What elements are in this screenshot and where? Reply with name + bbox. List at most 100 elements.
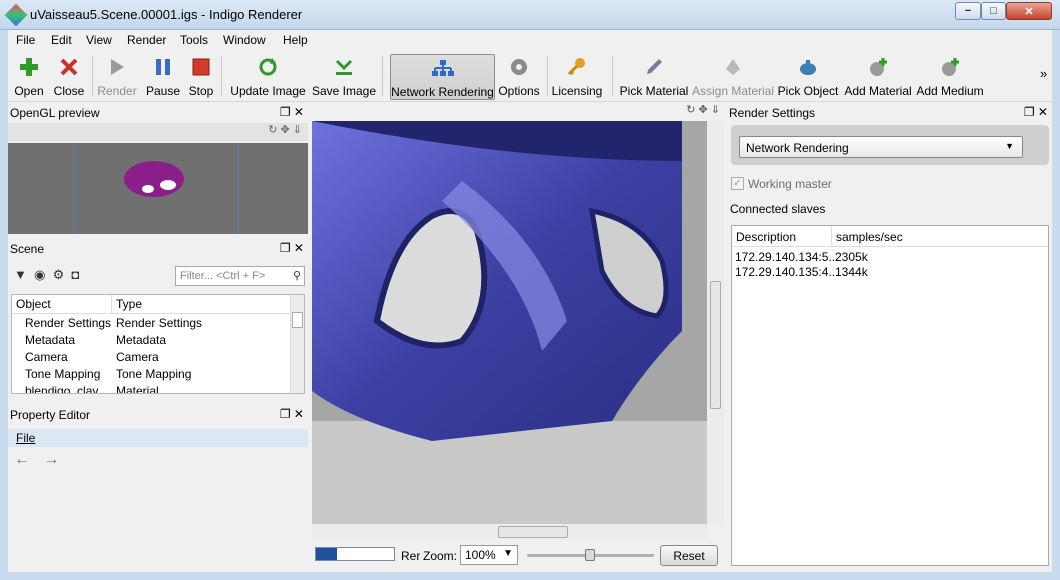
save-image-button[interactable]: Save Image <box>311 54 377 100</box>
render-horizontal-scrollbar[interactable] <box>312 524 707 540</box>
pause-icon <box>152 56 174 78</box>
gear-icon <box>508 56 530 78</box>
scene-panel: Scene ❐ ✕ ▼ ◉ ⚙ ◘ Filter... <Ctrl + F> ⚲… <box>8 239 308 401</box>
network-rendering-button[interactable]: Network Rendering <box>390 54 495 100</box>
car-preview-icon <box>124 161 184 197</box>
close-button[interactable]: Close <box>52 54 86 100</box>
network-icon <box>431 57 454 79</box>
teapot-icon <box>797 56 819 78</box>
pick-material-button[interactable]: Pick Material <box>620 54 688 100</box>
menu-window[interactable]: Window <box>223 33 266 47</box>
zoom-slider[interactable] <box>527 549 654 561</box>
scene-tree: Object Type Render Settings Render Settin… <box>11 294 305 394</box>
col-object-header[interactable]: Object <box>12 295 112 313</box>
render-view-panel: ↻ ✥ ⇓ Rer Zoom: 100% ▼ Reset <box>312 103 724 572</box>
render-mode-select[interactable]: Network Rendering ▼ <box>739 136 1023 158</box>
assign-material-button[interactable]: Assign Material <box>692 54 774 100</box>
property-editor-title: Property Editor <box>10 408 91 422</box>
opengl-preview-panel: OpenGL preview ❐ ✕ ↻ ✥ ⇓ <box>8 103 308 234</box>
panel-float-close-icon[interactable]: ❐ ✕ <box>280 407 304 421</box>
opengl-viewport[interactable] <box>8 143 308 234</box>
search-icon: ⚲ <box>292 270 301 282</box>
zoom-select[interactable]: 100% ▼ <box>460 545 518 565</box>
download-icon <box>333 56 355 78</box>
menu-view[interactable]: View <box>86 33 112 47</box>
pause-button[interactable]: Pause <box>146 54 180 100</box>
title-bar: uVaisseau5.Scene.00001.igs - Indigo Rend… <box>0 0 1060 30</box>
menu-help[interactable]: Help <box>283 33 308 47</box>
refresh-icon <box>257 56 279 78</box>
paint-icon <box>722 56 744 78</box>
rer-label: Rer <box>401 549 421 563</box>
slave-row[interactable]: 172.29.140.134:5... 2305k <box>732 247 1048 264</box>
opengl-preview-title: OpenGL preview <box>10 106 100 120</box>
toolbar: Open Close Render Pause Stop Update Imag… <box>0 50 1060 102</box>
col-samples-header[interactable]: samples/sec <box>832 226 907 246</box>
render-settings-title: Render Settings <box>729 106 816 120</box>
chevron-down-icon: ▼ <box>503 548 513 559</box>
scene-row[interactable]: blendigo_clay Material <box>12 382 304 393</box>
menu-render[interactable]: Render <box>127 33 166 47</box>
render-vertical-scrollbar[interactable] <box>707 121 724 524</box>
menu-edit[interactable]: Edit <box>51 33 72 47</box>
scene-title: Scene <box>10 242 45 256</box>
col-description-header[interactable]: Description <box>732 226 832 246</box>
forward-arrow-icon[interactable]: → <box>43 451 59 468</box>
render-view-icons[interactable]: ↻ ✥ ⇓ <box>312 103 724 121</box>
key-icon <box>566 56 588 78</box>
back-arrow-icon[interactable]: ← <box>14 451 30 468</box>
render-image[interactable] <box>312 121 707 524</box>
working-master-label: Working master <box>748 177 832 191</box>
minimize-button[interactable]: − <box>955 2 981 20</box>
add-material-icon <box>867 56 889 78</box>
maximize-button[interactable]: □ <box>981 2 1006 20</box>
chevron-down-icon: ▼ <box>1005 141 1014 151</box>
property-editor-panel: Property Editor ❐ ✕ File ← → <box>8 405 308 572</box>
app-icon <box>4 3 28 27</box>
working-master-checkbox[interactable]: ✓ <box>731 177 744 190</box>
scene-row[interactable]: Tone Mapping Tone Mapping <box>12 365 304 382</box>
open-button[interactable]: Open <box>14 54 44 100</box>
scene-scrollbar[interactable] <box>290 295 304 393</box>
zoom-label: Zoom: <box>423 549 458 563</box>
property-menu-file[interactable]: File <box>16 431 35 445</box>
options-button[interactable]: Options <box>498 54 540 100</box>
add-medium-button[interactable]: Add Medium <box>916 54 984 100</box>
add-material-button[interactable]: Add Material <box>844 54 912 100</box>
play-icon <box>106 56 128 78</box>
menu-tools[interactable]: Tools <box>180 33 208 47</box>
toolbar-overflow-button[interactable]: » <box>1040 66 1047 81</box>
menu-file[interactable]: File <box>16 33 35 47</box>
car-render-image <box>312 121 707 524</box>
update-image-button[interactable]: Update Image <box>230 54 306 100</box>
panel-float-close-icon[interactable]: ❐ ✕ <box>280 241 304 255</box>
close-window-button[interactable]: ✕ <box>1006 2 1052 20</box>
plus-icon <box>18 56 40 78</box>
col-type-header[interactable]: Type <box>112 295 146 313</box>
pick-object-button[interactable]: Pick Object <box>778 54 838 100</box>
reset-button[interactable]: Reset <box>660 545 718 566</box>
scene-row[interactable]: Camera Camera <box>12 348 304 365</box>
panel-float-close-icon[interactable]: ❐ ✕ <box>280 105 304 119</box>
render-button[interactable]: Render <box>97 54 137 100</box>
render-settings-panel: Render Settings ❐ ✕ Network Rendering ▼ … <box>727 103 1052 572</box>
render-progress-bar <box>315 547 395 561</box>
connected-slaves-label: Connected slaves <box>730 202 826 216</box>
scene-tool-icons[interactable]: ▼ ◉ ⚙ ◘ <box>14 267 79 283</box>
stop-button[interactable]: Stop <box>188 54 214 100</box>
stop-icon <box>190 56 212 78</box>
scene-row[interactable]: Metadata Metadata <box>12 331 304 348</box>
panel-float-close-icon[interactable]: ❐ ✕ <box>1024 105 1048 119</box>
scene-row[interactable]: Render Settings Render Settings <box>12 314 304 331</box>
preview-toolbar-icons[interactable]: ↻ ✥ ⇓ <box>8 123 308 141</box>
x-icon <box>58 56 80 78</box>
add-medium-icon <box>939 56 961 78</box>
dropper-icon <box>643 56 665 78</box>
zoom-slider-handle[interactable] <box>585 549 595 561</box>
scene-filter-input[interactable]: Filter... <Ctrl + F> ⚲ <box>175 266 305 286</box>
menu-bar: File Edit View Render Tools Window Help <box>0 30 1060 50</box>
licensing-button[interactable]: Licensing <box>552 54 602 100</box>
slaves-table: Description samples/sec 172.29.140.134:5… <box>731 225 1049 566</box>
window-title: uVaisseau5.Scene.00001.igs - Indigo Rend… <box>30 7 303 22</box>
slave-row[interactable]: 172.29.140.135:4... 1344k <box>732 264 1048 281</box>
